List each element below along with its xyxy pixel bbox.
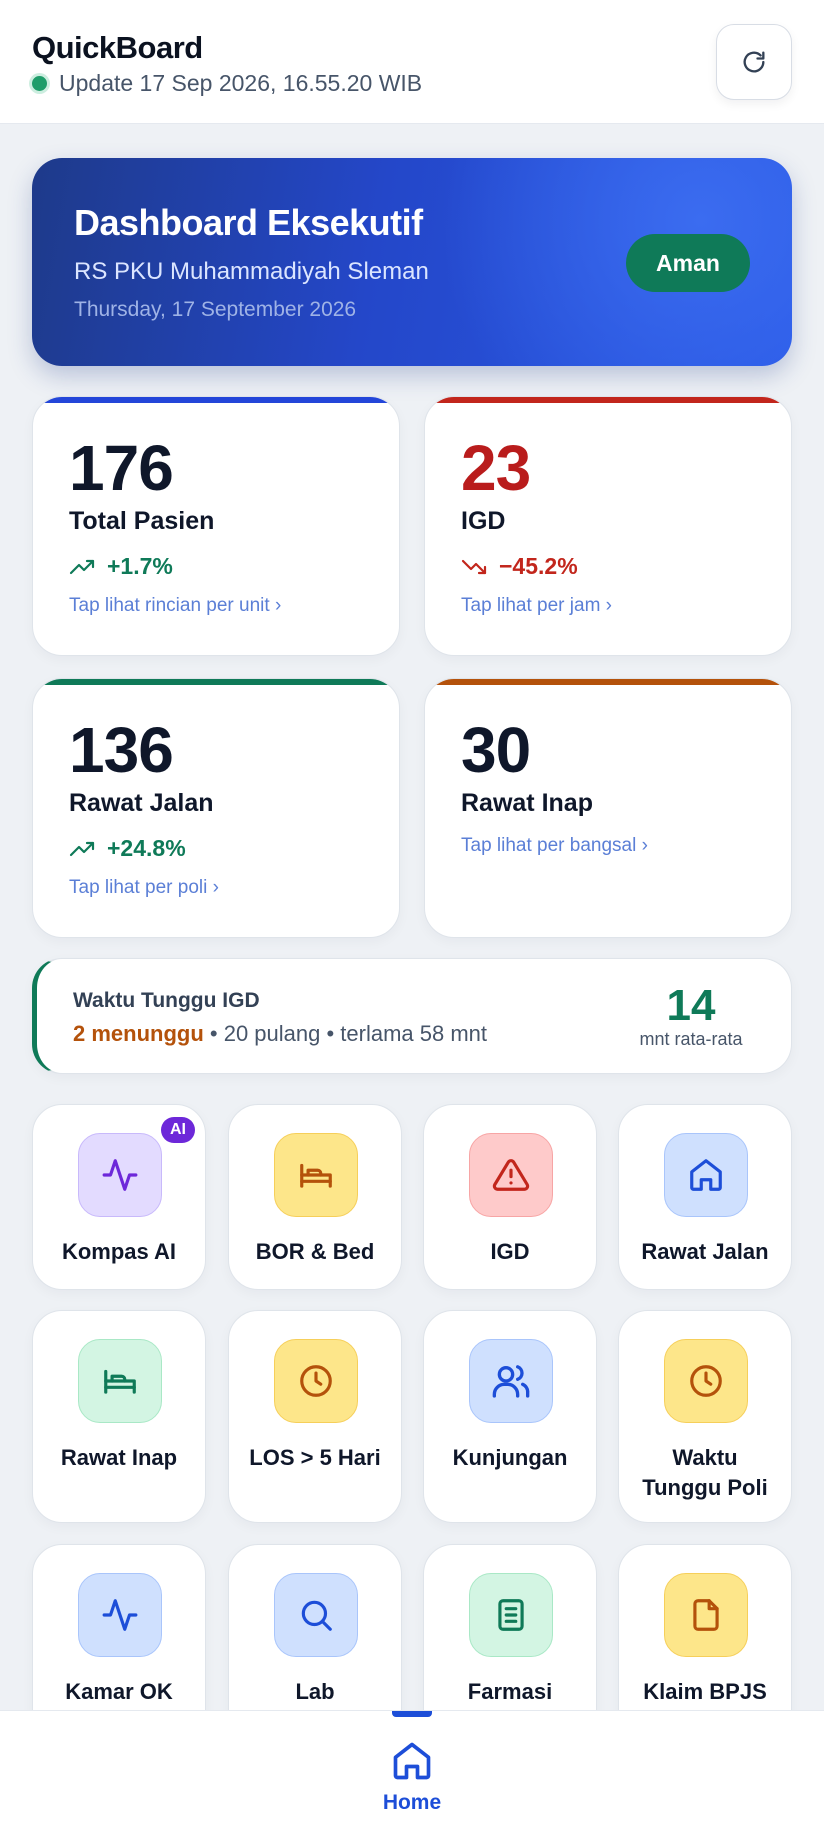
file-icon bbox=[693, 1599, 719, 1631]
card-accent-bar bbox=[425, 397, 791, 403]
stat-trend: +24.8% bbox=[69, 835, 186, 862]
tile-label: Kunjungan bbox=[452, 1445, 568, 1470]
tile-label: Kompas AI bbox=[61, 1239, 177, 1264]
tile-label: Kamar OK bbox=[65, 1679, 173, 1704]
tile-label: Waktu Tunggu Poli bbox=[642, 1445, 768, 1500]
hospital-name: RS PKU Muhammadiyah Sleman bbox=[74, 258, 429, 285]
bed-icon bbox=[300, 1163, 332, 1188]
tile-waktu-tunggu-poli[interactable]: Waktu Tunggu Poli bbox=[618, 1310, 792, 1523]
wait-title: Waktu Tunggu IGD bbox=[73, 989, 260, 1012]
card-accent-bar bbox=[33, 397, 399, 403]
stat-label: Rawat Inap bbox=[461, 789, 593, 817]
tile-icon-box bbox=[469, 1573, 553, 1657]
tile-label: Farmasi bbox=[467, 1679, 553, 1704]
hero-title: Dashboard Eksekutif bbox=[74, 202, 423, 243]
refresh-button[interactable] bbox=[716, 24, 792, 100]
search-icon bbox=[301, 1600, 332, 1631]
alert-triangle-icon bbox=[492, 1159, 530, 1191]
wait-detail: • 20 pulang • terlama 58 mnt bbox=[209, 1021, 488, 1046]
stat-trend: +1.7% bbox=[69, 553, 173, 580]
tile-label: Rawat Inap bbox=[60, 1445, 178, 1470]
tile-kompas-ai[interactable]: AI Kompas AI bbox=[32, 1104, 206, 1290]
bed-icon bbox=[104, 1369, 136, 1394]
tile-label: BOR & Bed bbox=[255, 1239, 375, 1264]
hero-date: Thursday, 17 September 2026 bbox=[74, 298, 357, 321]
trend-value: −45.2% bbox=[499, 553, 578, 579]
trending-up-icon bbox=[69, 841, 95, 856]
tile-icon-box bbox=[274, 1573, 358, 1657]
trending-up-icon bbox=[69, 559, 95, 574]
stat-link[interactable]: Tap lihat per bangsal › bbox=[461, 835, 648, 857]
nav-active-indicator bbox=[392, 1711, 432, 1717]
stat-value: 176 bbox=[69, 432, 174, 504]
card-accent-bar bbox=[425, 679, 791, 685]
trend-value: +24.8% bbox=[107, 835, 186, 861]
stat-card-igd[interactable]: 23 IGD −45.2% Tap lihat per jam › bbox=[424, 396, 792, 656]
tile-bor-bed[interactable]: BOR & Bed bbox=[228, 1104, 402, 1290]
nav-home[interactable]: Home bbox=[362, 1739, 462, 1815]
app-title: QuickBoard bbox=[32, 30, 203, 65]
tile-icon-box bbox=[664, 1573, 748, 1657]
home-icon bbox=[393, 1742, 431, 1780]
stat-card-total-pasien[interactable]: 176 Total Pasien +1.7% Tap lihat rincian… bbox=[32, 396, 400, 656]
clock-icon bbox=[690, 1365, 722, 1397]
stat-link[interactable]: Tap lihat per jam › bbox=[461, 595, 612, 617]
card-accent-bar bbox=[33, 679, 399, 685]
clock-icon bbox=[300, 1365, 332, 1397]
stat-value: 30 bbox=[461, 714, 531, 786]
ai-badge: AI bbox=[161, 1117, 195, 1143]
refresh-icon bbox=[743, 51, 765, 73]
stat-label: Total Pasien bbox=[69, 507, 215, 535]
tile-icon-box bbox=[664, 1339, 748, 1423]
tile-kunjungan[interactable]: Kunjungan bbox=[423, 1310, 597, 1523]
stat-trend: −45.2% bbox=[461, 553, 578, 580]
update-text: Update 17 Sep 2026, 16.55.20 WIB bbox=[59, 70, 423, 96]
waiting-count: 2 menunggu bbox=[73, 1021, 204, 1046]
tile-icon-box bbox=[78, 1573, 162, 1657]
tile-label: Rawat Jalan bbox=[641, 1239, 769, 1264]
tile-igd[interactable]: IGD bbox=[423, 1104, 597, 1290]
wait-average-value: 14 bbox=[666, 981, 716, 1030]
update-status: Update 17 Sep 2026, 16.55.20 WIB bbox=[32, 70, 422, 97]
stat-label: IGD bbox=[461, 507, 506, 535]
status-badge: Aman bbox=[626, 234, 750, 292]
activity-icon bbox=[102, 1159, 138, 1191]
bottom-navigation: Home bbox=[0, 1710, 824, 1830]
tile-label: Lab bbox=[295, 1679, 335, 1704]
tile-label: LOS > 5 Hari bbox=[249, 1445, 381, 1470]
hero-banner: Dashboard Eksekutif RS PKU Muhammadiyah … bbox=[32, 158, 792, 366]
wait-average-unit: mnt rata-rata bbox=[639, 1029, 743, 1049]
tile-label: IGD bbox=[490, 1239, 530, 1264]
tile-rawat-jalan[interactable]: Rawat Jalan bbox=[618, 1104, 792, 1290]
nav-home-label: Home bbox=[382, 1791, 442, 1814]
tile-icon-box bbox=[469, 1133, 553, 1217]
tile-icon-box bbox=[78, 1133, 162, 1217]
stat-link[interactable]: Tap lihat rincian per unit › bbox=[69, 595, 281, 617]
stat-link[interactable]: Tap lihat per poli › bbox=[69, 877, 219, 899]
stat-card-rawat-jalan[interactable]: 136 Rawat Jalan +24.8% Tap lihat per pol… bbox=[32, 678, 400, 938]
trending-down-icon bbox=[461, 559, 487, 574]
stat-card-rawat-inap[interactable]: 30 Rawat Inap Tap lihat per bangsal › bbox=[424, 678, 792, 938]
users-icon bbox=[492, 1365, 530, 1398]
stat-value: 136 bbox=[69, 714, 174, 786]
tile-icon-box bbox=[274, 1133, 358, 1217]
tile-label: Klaim BPJS bbox=[643, 1679, 767, 1704]
tile-icon-box bbox=[469, 1339, 553, 1423]
tile-los-5-hari[interactable]: LOS > 5 Hari bbox=[228, 1310, 402, 1523]
wait-time-card[interactable]: Waktu Tunggu IGD 2 menunggu • 20 pulang … bbox=[32, 958, 792, 1074]
activity-icon bbox=[102, 1599, 138, 1631]
home-icon bbox=[690, 1159, 722, 1191]
live-status-dot bbox=[32, 76, 47, 91]
top-bar: QuickBoard Update 17 Sep 2026, 16.55.20 … bbox=[0, 0, 824, 124]
tile-icon-box bbox=[664, 1133, 748, 1217]
trend-value: +1.7% bbox=[107, 553, 173, 579]
stat-value: 23 bbox=[461, 432, 531, 504]
tile-rawat-inap[interactable]: Rawat Inap bbox=[32, 1310, 206, 1523]
tile-icon-box bbox=[274, 1339, 358, 1423]
clipboard-icon bbox=[498, 1599, 524, 1631]
tile-icon-box bbox=[78, 1339, 162, 1423]
stat-label: Rawat Jalan bbox=[69, 789, 214, 817]
wait-summary: 2 menunggu • 20 pulang • terlama 58 mnt bbox=[73, 1021, 487, 1047]
